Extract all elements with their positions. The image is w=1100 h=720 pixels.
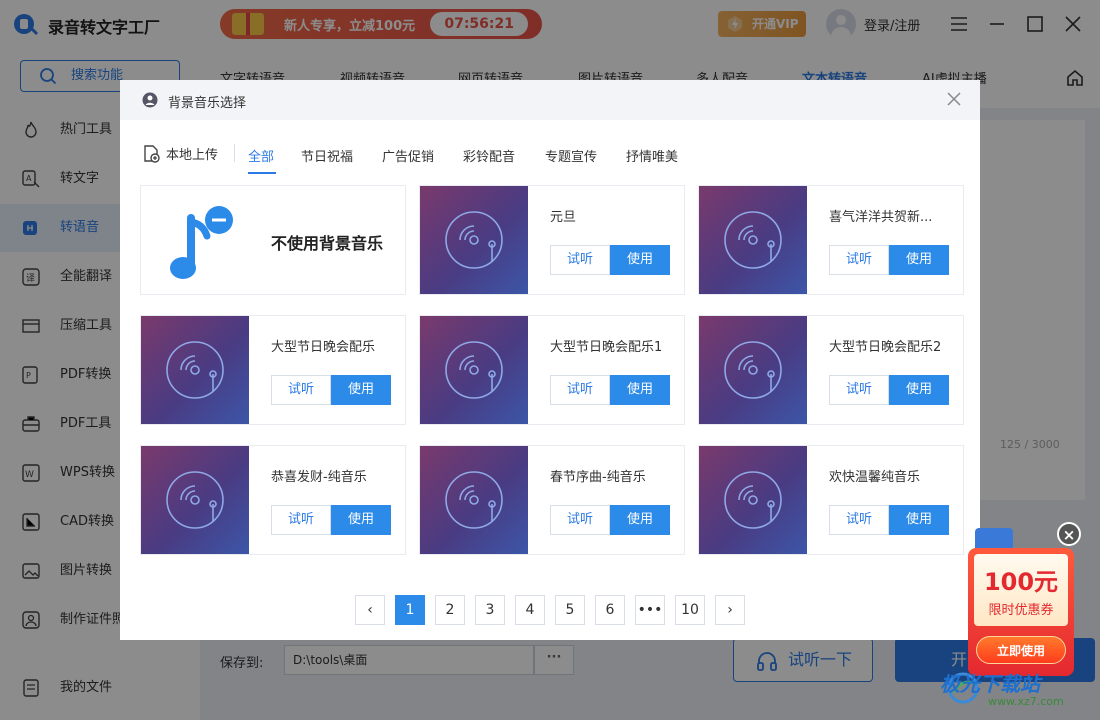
page-ellipsis[interactable]: ••• (635, 595, 665, 625)
use-music-button[interactable]: 使用 (889, 375, 949, 405)
category-tab[interactable]: 抒情唯美 (626, 146, 678, 165)
music-card: 大型节日晚会配乐1 试听 使用 (419, 315, 685, 425)
music-title: 喜气洋洋共贺新... (829, 210, 933, 225)
watermark-text: 极光下载站 (940, 672, 1040, 696)
coupon-close-button[interactable]: × (1057, 522, 1081, 546)
preview-music-button[interactable]: 试听 (829, 375, 889, 405)
coupon-use-button[interactable]: 立即使用 (976, 636, 1066, 664)
music-thumbnail (699, 186, 807, 294)
preview-music-button[interactable]: 试听 (271, 375, 331, 405)
use-music-button[interactable]: 使用 (331, 375, 391, 405)
page-button[interactable]: 10 (675, 595, 705, 625)
dialog-title: 背景音乐选择 (168, 96, 247, 111)
category-tab[interactable]: 专题宣传 (545, 146, 597, 165)
use-music-button[interactable]: 使用 (610, 245, 670, 275)
page-button[interactable]: 5 (555, 595, 585, 625)
preview-music-button[interactable]: 试听 (829, 245, 889, 275)
upload-label: 本地上传 (166, 148, 219, 163)
page-button[interactable]: 6 (595, 595, 625, 625)
music-thumbnail (141, 446, 249, 554)
music-card: 大型节日晚会配乐2 试听 使用 (698, 315, 964, 425)
preview-music-button[interactable]: 试听 (550, 245, 610, 275)
music-card: 喜气洋洋共贺新... 试听 使用 (698, 185, 964, 295)
page-button[interactable]: 4 (515, 595, 545, 625)
music-title: 元旦 (550, 210, 577, 225)
coupon-amount: 100元 (983, 568, 1059, 596)
music-card: 恭喜发财-纯音乐试听 使用 (140, 445, 406, 555)
category-tab[interactable]: 全部 (248, 146, 274, 165)
music-thumbnail (699, 316, 807, 424)
preview-music-button[interactable]: 试听 (550, 375, 610, 405)
no-music-label: 不使用背景音乐 (271, 234, 384, 253)
music-thumbnail (420, 186, 528, 294)
music-title: 春节序曲-纯音乐 (550, 470, 646, 485)
use-music-button[interactable]: 使用 (889, 505, 949, 535)
category-divider (234, 144, 235, 162)
next-page-button[interactable]: › (715, 595, 745, 625)
category-tab[interactable]: 彩铃配音 (463, 146, 515, 165)
page-button[interactable]: 1 (395, 595, 425, 625)
local-upload-button[interactable]: 本地上传 (142, 144, 218, 163)
use-music-button[interactable]: 使用 (610, 505, 670, 535)
music-thumbnail (699, 446, 807, 554)
upload-file-icon (144, 145, 160, 163)
page-button[interactable]: 2 (435, 595, 465, 625)
music-title: 大型节日晚会配乐 (271, 340, 376, 355)
close-icon[interactable] (946, 91, 962, 107)
category-tab[interactable]: 广告促销 (382, 146, 434, 165)
use-music-button[interactable]: 使用 (331, 505, 391, 535)
music-thumbnail (141, 316, 249, 424)
dialog-header: 背景音乐选择 (120, 80, 980, 120)
music-thumbnail (420, 316, 528, 424)
music-title: 恭喜发财-纯音乐 (271, 470, 367, 485)
coupon-popup[interactable]: 100元 限时优惠券 立即使用 (968, 548, 1074, 676)
active-category-underline (248, 172, 276, 174)
page-button[interactable]: 3 (475, 595, 505, 625)
background-music-dialog: 背景音乐选择 本地上传 全部 节日祝福 广告促销 彩铃配音 专题宣传 抒情唯美 不使用背景… (120, 80, 980, 640)
music-card: 大型节日晚会配乐试听 使用 (140, 315, 406, 425)
music-card: 元旦试听 使用 (419, 185, 685, 295)
use-music-button[interactable]: 使用 (889, 245, 949, 275)
music-info-icon (142, 92, 158, 108)
coupon-card: 100元 限时优惠券 (974, 554, 1068, 626)
music-title: 欢快温馨纯音乐 (829, 470, 921, 485)
preview-music-button[interactable]: 试听 (829, 505, 889, 535)
music-thumbnail (420, 446, 528, 554)
music-title: 大型节日晚会配乐2 (829, 340, 942, 355)
coupon-label: 限时优惠券 (988, 603, 1054, 618)
music-card: 欢快温馨纯音乐试听 使用 (698, 445, 964, 555)
category-tab[interactable]: 节日祝福 (301, 146, 353, 165)
prev-page-button[interactable]: ‹ (355, 595, 385, 625)
preview-music-button[interactable]: 试听 (550, 505, 610, 535)
music-title: 大型节日晚会配乐1 (550, 340, 663, 355)
preview-music-button[interactable]: 试听 (271, 505, 331, 535)
music-note-remove-icon (170, 206, 233, 279)
watermark-url: www.xz7.com (988, 695, 1064, 708)
music-card: 春节序曲-纯音乐试听 使用 (419, 445, 685, 555)
use-music-button[interactable]: 使用 (610, 375, 670, 405)
no-music-card[interactable]: 不使用背景音乐 (140, 185, 406, 295)
